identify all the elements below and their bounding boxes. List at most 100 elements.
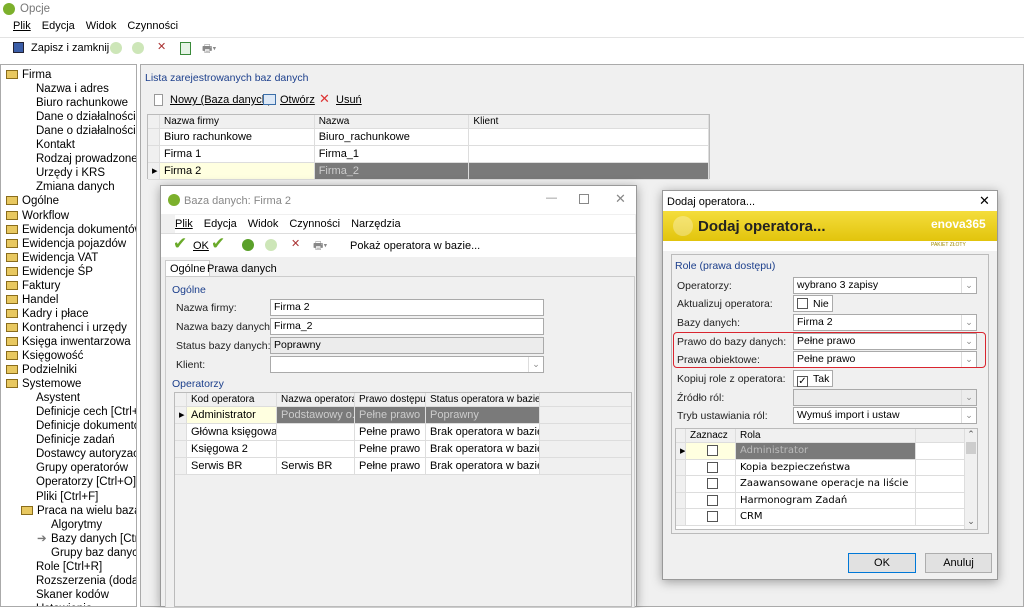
delete-button[interactable]: Usuń: [336, 94, 362, 106]
table-row[interactable]: Księgowa 2 Pełne prawo Brak operatora w ba…: [175, 441, 631, 458]
field-input[interactable]: ⌄: [270, 356, 544, 373]
checkbox-icon[interactable]: [707, 445, 718, 456]
tree-item[interactable]: Operatorzy [Ctrl+O]: [36, 475, 136, 489]
tree-item[interactable]: Ewidencja VAT: [6, 251, 98, 265]
table-row[interactable]: CRM: [676, 509, 977, 526]
tree-item[interactable]: Systemowe: [6, 377, 81, 391]
table-row[interactable]: ▸ Firma 2 Firma_2: [148, 163, 709, 180]
select-cell[interactable]: [686, 476, 736, 492]
column-header[interactable]: Nazwa operatora: [277, 393, 355, 406]
tree-item[interactable]: Rozszerzenia (dodat: [36, 574, 136, 588]
tree-item[interactable]: Podzielniki: [6, 363, 77, 377]
checkbox-icon[interactable]: [707, 461, 718, 473]
tree-item[interactable]: Kontrahenci i urzędy: [6, 321, 127, 335]
tree-item[interactable]: Role [Ctrl+R]: [36, 560, 102, 574]
checkbox-field[interactable]: ✓ Tak: [793, 370, 834, 387]
minimize-button[interactable]: —: [546, 192, 557, 204]
tree-item[interactable]: Workflow: [6, 209, 69, 223]
select-cell[interactable]: [686, 459, 736, 475]
select-cell[interactable]: [686, 492, 736, 508]
checkbox-checked-icon[interactable]: ✓: [797, 376, 808, 387]
menu-widok[interactable]: Widok: [86, 20, 117, 32]
print-icon[interactable]: 🖶▾: [313, 237, 327, 256]
checkbox-icon[interactable]: [797, 298, 808, 309]
chevron-down-icon[interactable]: ⌄: [961, 315, 976, 330]
column-header[interactable]: Nazwa: [315, 115, 470, 128]
table-row[interactable]: Serwis BR Serwis BR Pełne prawo Brak operat…: [175, 458, 631, 475]
tree-item[interactable]: ➔ Bazy danych [Ctrl+: [37, 532, 136, 546]
field-select[interactable]: Wymuś import i ustaw ⌄: [793, 407, 977, 424]
tree-item[interactable]: Faktury: [6, 279, 60, 293]
tools-icon[interactable]: ✕: [291, 237, 300, 250]
tree-item[interactable]: Ewidencja pojazdów: [6, 237, 126, 251]
forward-icon[interactable]: [132, 42, 144, 54]
table-row[interactable]: ▸ Administrator Podstawowy o... Pełne prawo…: [175, 407, 631, 424]
close-button[interactable]: ✕: [979, 193, 990, 209]
tree-item[interactable]: Definicje dokumentów: [36, 419, 136, 433]
forward-icon[interactable]: [265, 239, 277, 251]
tree-item[interactable]: Ewidencja dokumentów: [6, 223, 136, 237]
column-header[interactable]: Nazwa firmy: [160, 115, 315, 128]
tree-item[interactable]: Urzędy i KRS: [36, 166, 105, 180]
column-header[interactable]: Zaznacz: [686, 429, 736, 442]
ok-button[interactable]: OK: [193, 240, 209, 252]
close-button[interactable]: ✕: [615, 191, 626, 207]
tree-item[interactable]: Ustawienia: [36, 602, 92, 606]
checkbox-icon[interactable]: [707, 494, 718, 506]
chevron-down-icon[interactable]: ⌄: [961, 390, 976, 405]
tree-item[interactable]: Skaner kodów: [36, 588, 109, 602]
column-header[interactable]: Kod operatora: [187, 393, 277, 406]
tree-item[interactable]: Dane o działalności: [36, 110, 136, 124]
checkbox-icon[interactable]: [707, 511, 718, 522]
menu-edycja[interactable]: Edycja: [204, 218, 237, 230]
maximize-button[interactable]: [579, 194, 589, 204]
tree-item[interactable]: Definicje zadań: [36, 433, 115, 447]
tree-item[interactable]: Handel: [6, 293, 58, 307]
menu-plik[interactable]: Plik: [13, 20, 31, 32]
tree-item[interactable]: Grupy baz danych: [51, 546, 136, 560]
column-header[interactable]: Prawo dostępu: [355, 393, 426, 406]
field-select[interactable]: wybrano 3 zapisy ⌄: [793, 277, 977, 294]
tree-item[interactable]: Definicje cech [Ctrl+H: [36, 405, 136, 419]
table-row[interactable]: Zaawansowane operacje na liście: [676, 476, 977, 493]
tree-item[interactable]: Zmiana danych: [36, 180, 115, 194]
table-row[interactable]: ▸ Administrator: [676, 443, 977, 460]
table-row[interactable]: Biuro rachunkowe Biuro_rachunkowe: [148, 129, 709, 146]
refresh-icon[interactable]: [180, 42, 191, 55]
tab-prawa-danych[interactable]: Prawa danych: [205, 262, 279, 276]
checkbox-icon[interactable]: [707, 478, 718, 489]
new-database-button[interactable]: Nowy (Baza danych): [170, 94, 272, 106]
column-header[interactable]: Rola: [736, 429, 916, 442]
table-row[interactable]: Kopia bezpieczeństwa: [676, 459, 977, 476]
back-icon[interactable]: [110, 42, 122, 54]
table-row[interactable]: Firma 1 Firma_1: [148, 146, 709, 163]
print-icon[interactable]: 🖶▾: [202, 40, 216, 59]
menu-edycja[interactable]: Edycja: [42, 20, 75, 32]
tree-item[interactable]: Praca na wielu bazach: [21, 504, 136, 518]
menu-narzedzia[interactable]: Narzędzia: [351, 218, 401, 230]
tree-item[interactable]: Pliki [Ctrl+F]: [36, 490, 98, 504]
tree-item[interactable]: Biuro rachunkowe: [36, 96, 128, 110]
select-cell[interactable]: [686, 509, 736, 525]
tools-icon[interactable]: ✕: [157, 40, 166, 53]
tree-item[interactable]: Rodzaj prowadzonej: [36, 152, 136, 166]
tree-item[interactable]: Księga inwentarzowa: [6, 335, 131, 349]
field-input[interactable]: Firma 2: [270, 299, 544, 316]
back-icon[interactable]: [242, 239, 254, 251]
tree-item[interactable]: Ogólne: [6, 194, 59, 208]
tab-ogolne[interactable]: Ogólne: [165, 260, 211, 277]
tree-item[interactable]: Nazwa i adres: [36, 82, 109, 96]
tree-item[interactable]: Asystent: [36, 391, 80, 405]
tree-item[interactable]: Firma: [6, 68, 51, 82]
select-cell[interactable]: [686, 443, 736, 459]
tree-item[interactable]: Księgowość: [6, 349, 83, 363]
tree-item[interactable]: Dane o działalności: [36, 124, 136, 138]
menu-czynnosci[interactable]: Czynności: [127, 20, 178, 32]
menu-plik[interactable]: Plik: [175, 218, 193, 230]
chevron-down-icon[interactable]: ⌄: [528, 357, 543, 372]
tree-item[interactable]: Algorytmy: [51, 518, 102, 532]
table-row[interactable]: Główna księgowa Pełne prawo Brak operatora…: [175, 424, 631, 441]
menu-widok[interactable]: Widok: [248, 218, 279, 230]
column-header[interactable]: Klient: [469, 115, 709, 128]
open-button[interactable]: Otwórz: [280, 94, 315, 106]
